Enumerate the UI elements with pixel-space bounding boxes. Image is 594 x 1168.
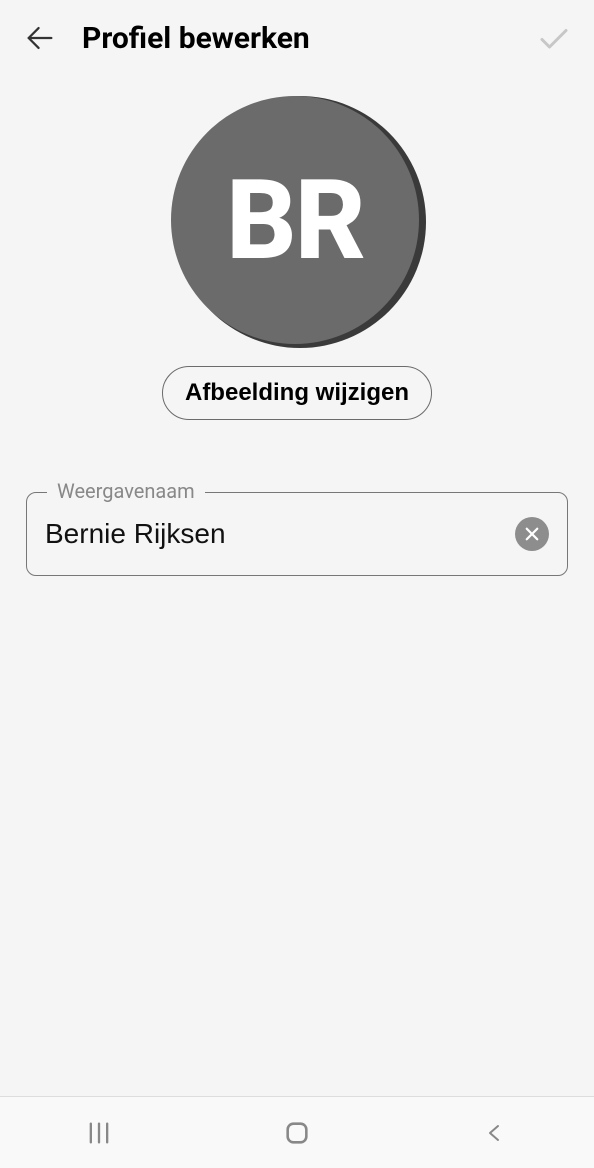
change-image-button[interactable]: Afbeelding wijzigen bbox=[162, 366, 432, 420]
display-name-frame: Weergavenaam bbox=[26, 492, 568, 576]
nav-back-button[interactable] bbox=[455, 1108, 535, 1158]
header: Profiel bewerken bbox=[0, 0, 594, 76]
avatar-section: BR Afbeelding wijzigen bbox=[0, 96, 594, 420]
display-name-label: Weergavenaam bbox=[47, 479, 205, 503]
arrow-left-icon bbox=[23, 21, 57, 55]
nav-recents-button[interactable] bbox=[59, 1108, 139, 1158]
check-icon bbox=[536, 20, 572, 56]
display-name-input[interactable] bbox=[45, 518, 515, 550]
close-icon bbox=[523, 525, 541, 543]
display-name-field-group: Weergavenaam bbox=[26, 492, 568, 576]
recents-icon bbox=[85, 1119, 113, 1147]
home-icon bbox=[283, 1119, 311, 1147]
avatar[interactable]: BR bbox=[171, 96, 423, 348]
avatar-initials: BR bbox=[171, 96, 419, 344]
back-button[interactable] bbox=[20, 18, 60, 58]
clear-input-button[interactable] bbox=[515, 517, 549, 551]
confirm-button[interactable] bbox=[534, 18, 574, 58]
page-title: Profiel bewerken bbox=[82, 21, 512, 56]
chevron-left-icon bbox=[483, 1121, 507, 1145]
nav-home-button[interactable] bbox=[257, 1108, 337, 1158]
system-nav-bar bbox=[0, 1096, 594, 1168]
